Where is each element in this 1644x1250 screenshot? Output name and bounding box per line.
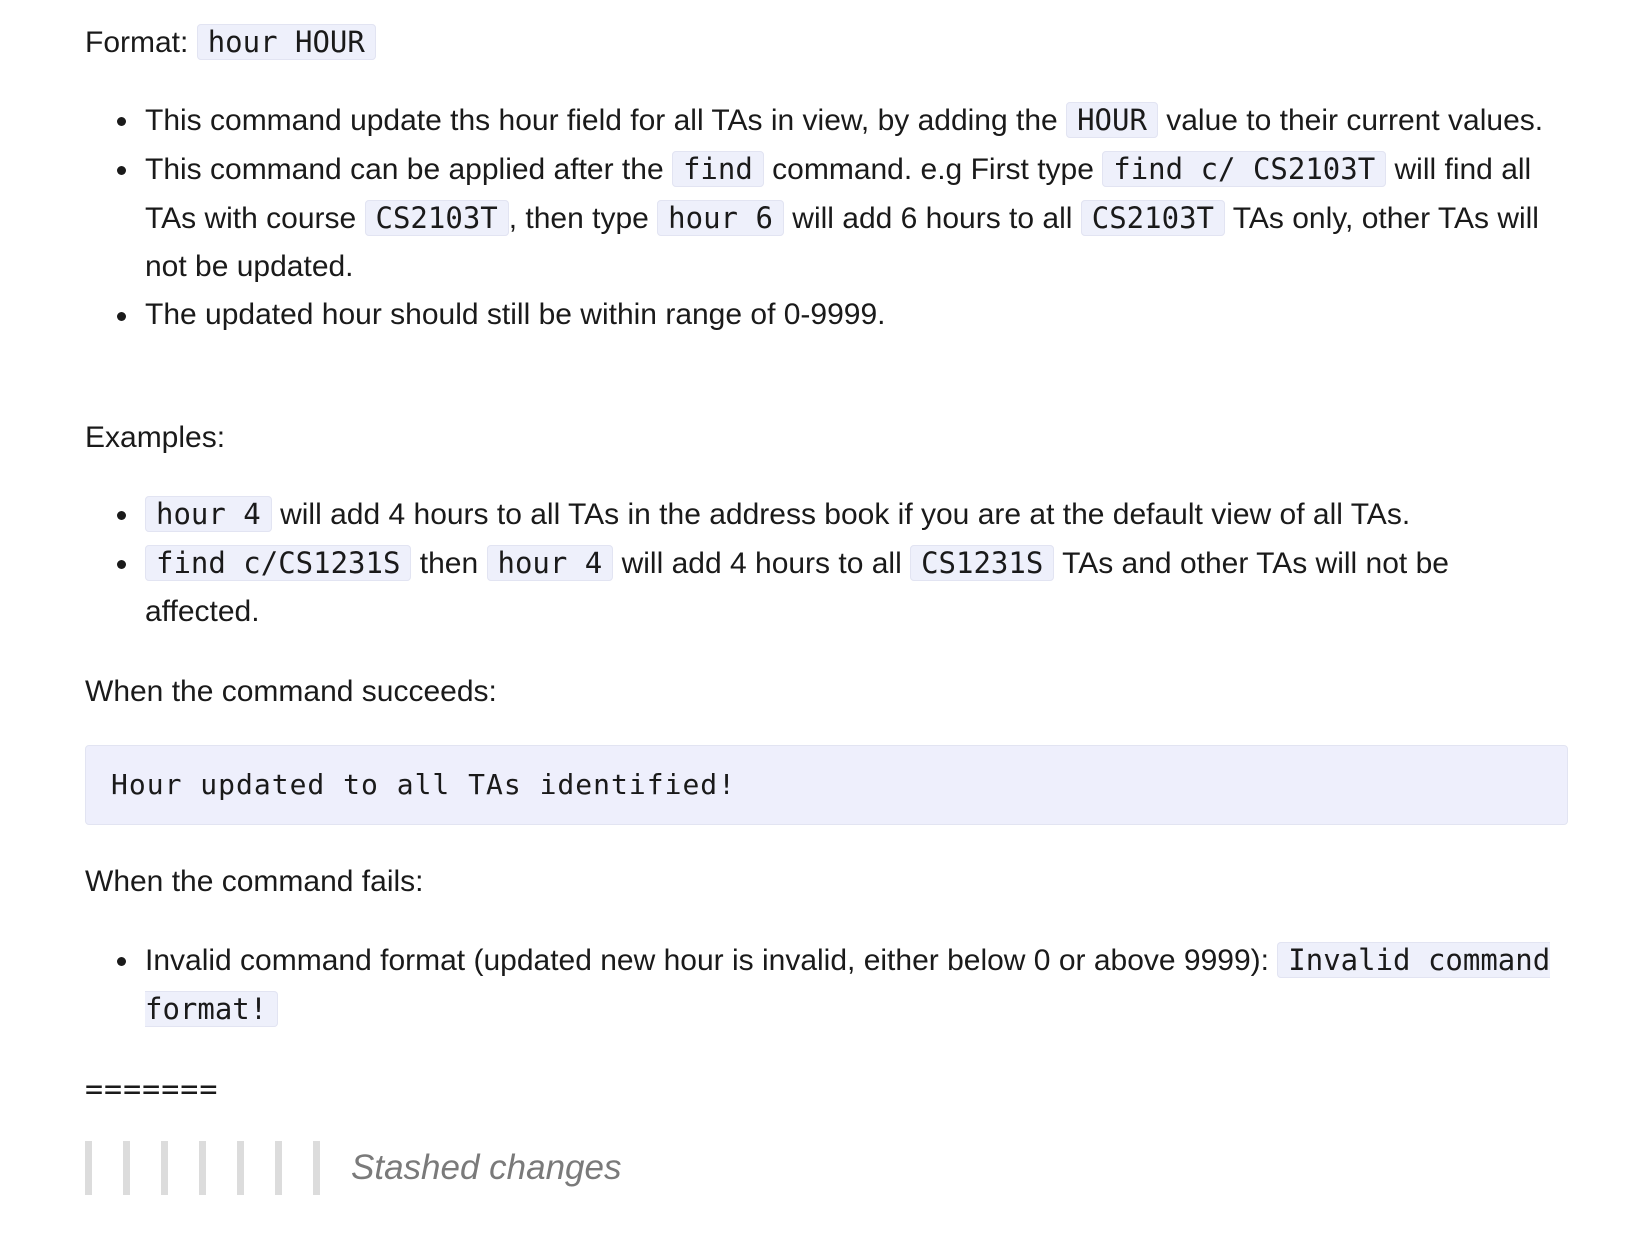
marker-bar — [123, 1141, 130, 1195]
examples-list: hour 4 will add 4 hours to all TAs in th… — [85, 490, 1565, 636]
format-label: Format: — [85, 26, 189, 59]
inline-code: hour 4 — [145, 496, 272, 532]
inline-code: find — [671, 151, 764, 187]
marker-bar — [275, 1141, 282, 1195]
list-item: This command update ths hour field for a… — [85, 96, 1565, 145]
list-item: This command can be applied after the fi… — [85, 145, 1565, 291]
success-message: Hour updated to all TAs identified! — [111, 768, 737, 801]
examples-label: Examples: — [85, 421, 226, 454]
format-code: hour HOUR — [196, 24, 376, 60]
inline-code: CS1231S — [910, 545, 1055, 581]
inline-code: hour 6 — [657, 200, 784, 236]
marker-bar — [161, 1141, 168, 1195]
list-item: find c/CS1231S then hour 4 will add 4 ho… — [85, 539, 1565, 636]
format-line: Format: hour HOUR — [85, 18, 376, 67]
inline-code: CS2103T — [364, 200, 509, 236]
success-code-block: Hour updated to all TAs identified! — [85, 745, 1568, 825]
list-item: The updated hour should still be within … — [85, 291, 1565, 339]
failure-list: Invalid command format (updated new hour… — [85, 936, 1565, 1034]
stashed-changes-marker: Stashed changes — [85, 1140, 621, 1196]
marker-bar — [85, 1141, 92, 1195]
inline-code: find c/CS1231S — [145, 545, 412, 581]
merge-conflict-marker: ======= — [85, 1072, 219, 1107]
inline-code: CS2103T — [1080, 200, 1225, 236]
marker-bar — [199, 1141, 206, 1195]
marker-bar — [313, 1141, 320, 1195]
success-label: When the command succeeds: — [85, 675, 497, 708]
list-item: Invalid command format (updated new hour… — [85, 936, 1565, 1034]
stashed-changes-text: Stashed changes — [351, 1148, 622, 1187]
notes-list: This command update ths hour field for a… — [85, 96, 1565, 339]
list-item: hour 4 will add 4 hours to all TAs in th… — [85, 490, 1565, 539]
inline-code: find c/ CS2103T — [1102, 151, 1387, 187]
failure-label: When the command fails: — [85, 865, 424, 898]
inline-code: HOUR — [1066, 102, 1158, 138]
marker-bar — [237, 1141, 244, 1195]
inline-code: hour 4 — [486, 545, 614, 581]
